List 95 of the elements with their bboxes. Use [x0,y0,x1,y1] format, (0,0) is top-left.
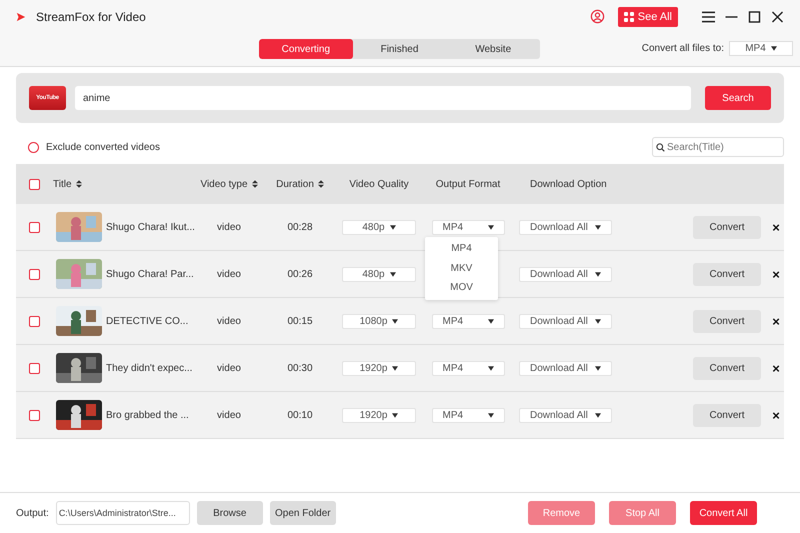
format-dropdown[interactable]: MP4 [729,41,793,56]
remove-row-button[interactable]: × [772,360,780,376]
caret-icon [392,412,398,418]
duration: 00:15 [287,316,313,326]
duration: 00:30 [287,362,313,374]
download-option-dropdown[interactable]: Download All [519,314,612,328]
video-title: They didn't expec... [106,362,192,374]
caret-icon [390,272,396,276]
tab[interactable]: Finished [352,39,446,59]
caret-icon [392,318,398,324]
remove-row-button[interactable]: × [772,220,780,234]
video-title: DETECTIVE CO... [106,316,188,326]
row-checkbox[interactable] [28,222,40,232]
menu-item[interactable]: MOV [425,278,498,298]
video-title: Bro grabbed the ... [106,410,189,420]
caret-icon [488,366,494,370]
format-dropdown[interactable]: MP4 [432,220,504,234]
remove-row-button[interactable]: × [772,408,780,422]
video-title: Shugo Chara! Par... [106,268,194,280]
output-label: Output: [16,508,49,518]
convert-button[interactable]: Convert [693,262,761,286]
column-header[interactable]: Video type [200,178,248,190]
search-field[interactable]: anime [75,86,691,110]
row-checkbox[interactable] [28,362,40,374]
sort-icon[interactable] [318,180,324,188]
caret-icon [392,366,398,370]
caret-icon [595,412,601,418]
remove-row-button[interactable]: × [772,314,780,328]
duration: 00:26 [287,268,313,280]
duration: 00:10 [287,410,313,420]
account-icon[interactable] [590,9,605,24]
video-type: video [217,362,241,374]
row-checkbox[interactable] [28,410,40,420]
convert-button[interactable]: Convert [693,404,761,426]
menu-icon[interactable] [702,10,715,22]
caret-icon [595,366,601,370]
video-type: video [217,410,241,420]
sort-icon[interactable] [76,180,82,188]
format-dropdown[interactable]: MP4 [432,360,504,376]
output-path-field[interactable]: C:\Users\Administrator\Stre... [56,501,190,525]
caret-icon [595,272,601,276]
convert-all-label: Convert all files to: [642,43,724,54]
video-title: Shugo Chara! Ikut... [106,222,195,232]
maximize-icon[interactable] [748,10,761,22]
grid-icon [624,12,634,22]
caret-icon [770,46,777,51]
convert-button[interactable]: Convert [693,310,761,332]
footer-button[interactable]: Open Folder [270,501,336,525]
exclude-label: Exclude converted videos [46,142,160,152]
tab[interactable]: Website [446,39,540,59]
caret-icon [595,224,601,230]
sort-icon[interactable] [252,180,258,188]
see-all-button[interactable]: See All [618,6,678,26]
caret-icon [488,318,494,324]
quality-dropdown[interactable]: 480p [342,266,416,282]
format-dropdown[interactable]: MP4 [432,408,504,422]
column-header: Video Quality [349,178,409,190]
download-option-dropdown[interactable]: Download All [519,360,612,376]
video-type: video [217,268,241,280]
quality-dropdown[interactable]: 1920p [342,360,416,376]
window-title: StreamFox for Video [36,10,146,24]
exclude-radio[interactable] [28,142,39,152]
caret-icon [390,224,396,230]
column-header: Output Format [436,178,500,190]
tab[interactable]: Converting [259,39,353,59]
column-header[interactable]: Title [53,178,72,190]
video-type: video [217,316,241,326]
column-header: Download Option [530,178,607,190]
caret-icon [595,318,601,324]
close-icon[interactable] [771,10,784,22]
format-dropdown[interactable]: MP4 [432,314,504,328]
remove-row-button[interactable]: × [772,266,780,282]
select-all-checkbox[interactable] [28,178,40,190]
download-option-dropdown[interactable]: Download All [519,220,612,234]
row-checkbox[interactable] [28,316,40,326]
row-checkbox[interactable] [28,268,40,280]
menu-item[interactable]: MP4 [425,239,498,258]
footer-button[interactable]: Convert All [690,501,757,525]
title-search-field[interactable]: Search(Title) [652,137,784,157]
duration: 00:28 [287,222,313,232]
caret-icon [488,412,494,418]
caret-icon [488,224,494,230]
download-option-dropdown[interactable]: Download All [519,408,612,422]
column-header[interactable]: Duration [276,178,314,190]
menu-item[interactable]: MKV [425,258,498,278]
quality-dropdown[interactable]: 1920p [342,408,416,422]
download-option-dropdown[interactable]: Download All [519,266,612,282]
footer-button[interactable]: Browse [196,501,263,525]
app-logo-icon [16,12,26,22]
video-type: video [217,222,241,232]
search-button[interactable]: Search [705,86,771,110]
quality-dropdown[interactable]: 1080p [342,314,416,328]
convert-button[interactable]: Convert [693,216,761,238]
quality-dropdown[interactable]: 480p [342,220,416,234]
convert-button[interactable]: Convert [693,356,761,380]
